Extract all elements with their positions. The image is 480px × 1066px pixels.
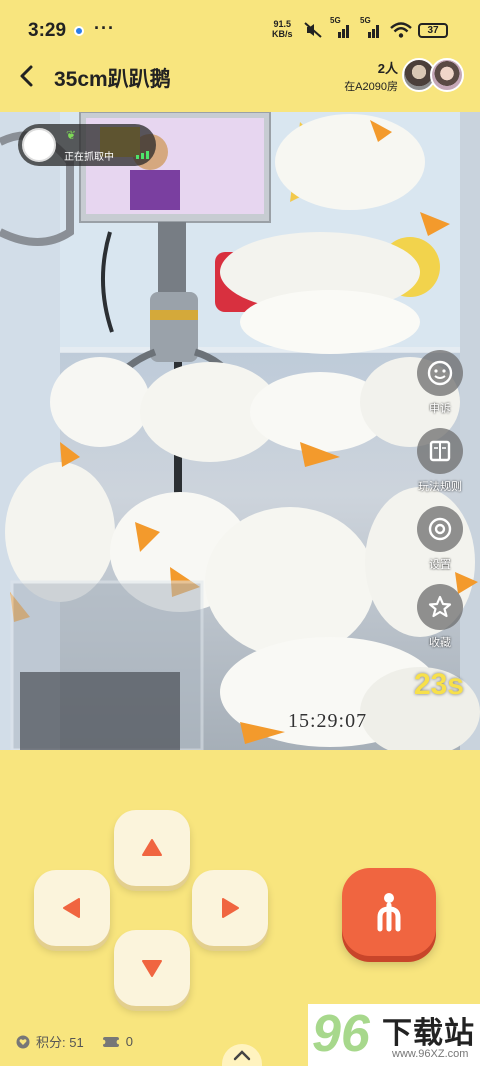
signal-2-icon: 5G [360, 16, 382, 38]
chevron-up-icon [233, 1050, 251, 1061]
countdown-timer: 23s [413, 668, 464, 701]
move-left-button[interactable] [34, 870, 110, 946]
settings-icon [417, 506, 463, 552]
side-menu-label: 玩法规则 [418, 481, 462, 493]
heart-points-icon [16, 1035, 30, 1048]
side-menu-label: 设置 [429, 559, 451, 571]
room-viewers[interactable]: 2人 在A2090房 [344, 58, 398, 94]
watermark-number: 96 [312, 1005, 370, 1063]
more-notifications-icon: ··· [94, 18, 115, 38]
book-icon [417, 428, 463, 474]
site-watermark: 96 下载站 www.96XZ.com [308, 1004, 480, 1066]
viewer-avatars[interactable] [402, 58, 466, 92]
player-stats: 积分: 51 0 [16, 1032, 133, 1051]
move-right-button[interactable] [192, 870, 268, 946]
live-video-feed: ❦ 正在抓取中 申诉 玩法规则 设置 收藏 23s 15:29:07 [0, 112, 480, 750]
network-speed-unit: KB/s [272, 29, 293, 39]
back-arrow-icon[interactable] [14, 62, 42, 90]
favorite-button[interactable]: 收藏 [414, 584, 466, 650]
mute-icon [304, 22, 322, 38]
ticket-count: 0 [125, 1034, 133, 1049]
watermark-name: 下载站 [382, 1017, 475, 1050]
battery-icon: 37 [418, 23, 448, 38]
watermark-url: www.96XZ.com [392, 1048, 469, 1060]
move-down-button[interactable] [114, 930, 190, 1006]
leaf-icon: ❦ [66, 128, 77, 142]
rules-button[interactable]: 玩法规则 [414, 428, 466, 494]
arrow-left-icon [63, 898, 80, 918]
room-number: 在A2090房 [344, 81, 398, 93]
network-speed-value: 91.5 [273, 19, 292, 29]
ticket-icon [101, 1036, 120, 1047]
connection-signal-icon [136, 151, 150, 159]
side-menu-label: 申诉 [429, 403, 451, 415]
settings-button[interactable]: 设置 [414, 506, 466, 572]
move-up-button[interactable] [114, 810, 190, 886]
network-speed: 91.5 KB/s [272, 19, 293, 39]
claw-icon [377, 893, 401, 932]
app-notification-icon [74, 26, 84, 36]
side-menu-label: 收藏 [429, 637, 451, 649]
player-status-chip: ❦ 正在抓取中 [18, 124, 156, 166]
video-timestamp: 15:29:07 [288, 710, 368, 732]
viewer-count: 2人 [377, 61, 398, 76]
signal-1-icon: 5G [330, 16, 352, 38]
claw-machine-scene [0, 112, 480, 750]
avatar[interactable] [430, 58, 464, 92]
star-icon [417, 584, 463, 630]
appeal-button[interactable]: 申诉 [414, 350, 466, 416]
status-time: 3:29 [28, 20, 67, 41]
arrow-right-icon [222, 898, 239, 918]
status-bar: 3:29 ··· 91.5 KB/s 5G 5G 37 [0, 0, 480, 56]
avatar [22, 128, 56, 162]
expand-panel-handle[interactable] [222, 1044, 262, 1066]
arrow-down-icon [142, 960, 162, 977]
status-icons: 5G 5G [304, 16, 412, 38]
room-header: 35cm趴趴鹅 2人 在A2090房 [0, 56, 480, 112]
grab-button[interactable] [342, 868, 436, 956]
page-title: 35cm趴趴鹅 [54, 68, 171, 91]
points-value: 积分: 51 [36, 1035, 84, 1050]
arrow-up-icon [142, 839, 162, 856]
face-icon [417, 350, 463, 396]
wifi-icon [390, 22, 412, 38]
player-status-text: 正在抓取中 [64, 152, 114, 163]
